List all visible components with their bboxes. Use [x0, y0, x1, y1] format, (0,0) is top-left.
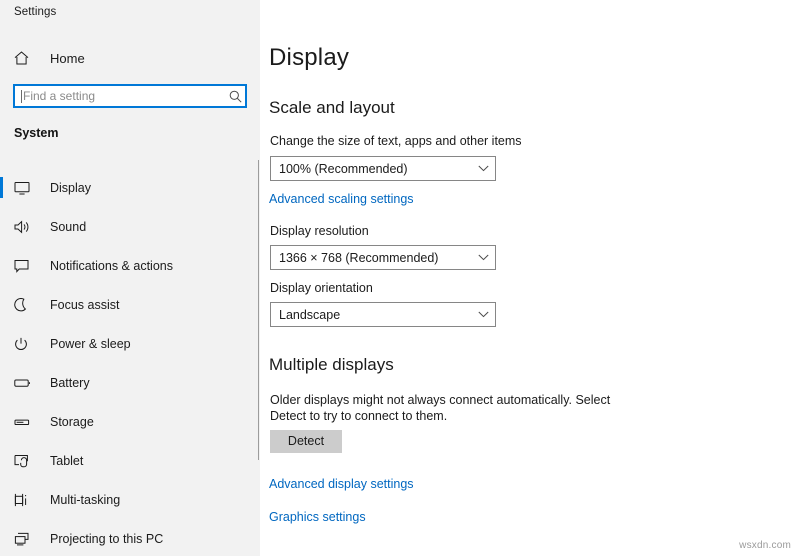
display-orientation-dropdown[interactable]: Landscape — [270, 302, 496, 327]
sidebar-item-home[interactable]: Home — [0, 45, 260, 71]
tablet-hand-icon — [14, 451, 36, 471]
display-orientation-label: Display orientation — [270, 281, 373, 295]
moon-icon — [14, 295, 36, 315]
page-title: Display — [269, 44, 349, 72]
search-box[interactable] — [13, 84, 247, 108]
chevron-down-icon — [471, 303, 495, 326]
chevron-down-icon — [471, 157, 495, 180]
graphics-settings-link[interactable]: Graphics settings — [269, 510, 366, 524]
orientation-dropdown-value: Landscape — [279, 308, 471, 322]
sidebar-item-focus-assist[interactable]: Focus assist — [0, 285, 260, 324]
power-icon — [14, 334, 36, 354]
home-icon — [14, 49, 36, 67]
sidebar-item-battery[interactable]: Battery — [0, 363, 260, 402]
settings-window: Settings Home System — [0, 0, 800, 556]
sidebar-group-title: System — [14, 126, 58, 140]
notification-bubble-icon — [14, 256, 36, 276]
sidebar-item-label: Multi-tasking — [50, 493, 120, 507]
scale-label: Change the size of text, apps and other … — [270, 134, 522, 148]
search-input[interactable] — [22, 87, 225, 105]
sidebar-item-label: Sound — [50, 220, 86, 234]
sidebar-scrollbar[interactable] — [258, 160, 259, 460]
sidebar-item-label: Storage — [50, 415, 94, 429]
sidebar-item-notifications[interactable]: Notifications & actions — [0, 246, 260, 285]
sidebar-item-label: Battery — [50, 376, 90, 390]
sidebar-item-storage[interactable]: Storage — [0, 402, 260, 441]
sidebar-item-label: Tablet — [50, 454, 83, 468]
scale-dropdown-value: 100% (Recommended) — [279, 162, 471, 176]
multitasking-icon — [14, 490, 36, 510]
storage-drive-icon — [14, 412, 36, 432]
main-content: Display Scale and layout Change the size… — [260, 0, 800, 556]
chevron-down-icon — [471, 246, 495, 269]
sidebar-item-power-sleep[interactable]: Power & sleep — [0, 324, 260, 363]
sidebar-item-label: Focus assist — [50, 298, 119, 312]
sidebar-home-label: Home — [50, 51, 85, 66]
sidebar-item-label: Projecting to this PC — [50, 532, 163, 546]
display-resolution-dropdown[interactable]: 1366 × 768 (Recommended) — [270, 245, 496, 270]
display-resolution-label: Display resolution — [270, 224, 369, 238]
advanced-display-settings-link[interactable]: Advanced display settings — [269, 477, 414, 491]
search-icon[interactable] — [225, 87, 245, 105]
app-title: Settings — [14, 6, 56, 18]
advanced-scaling-settings-link[interactable]: Advanced scaling settings — [269, 192, 414, 206]
scale-and-layout-heading: Scale and layout — [269, 98, 395, 118]
selection-indicator — [0, 177, 3, 198]
sidebar-nav: Display Sound — [0, 168, 260, 558]
sidebar-item-projecting[interactable]: Projecting to this PC — [0, 519, 260, 558]
projecting-screens-icon — [14, 529, 36, 549]
battery-icon — [14, 373, 36, 393]
sidebar-item-label: Display — [50, 181, 91, 195]
speaker-icon — [14, 217, 36, 237]
watermark: wsxdn.com — [739, 540, 791, 551]
sidebar-item-display[interactable]: Display — [0, 168, 260, 207]
detect-button[interactable]: Detect — [270, 430, 342, 453]
sidebar-item-sound[interactable]: Sound — [0, 207, 260, 246]
scale-dropdown[interactable]: 100% (Recommended) — [270, 156, 496, 181]
multiple-displays-description: Older displays might not always connect … — [270, 392, 640, 424]
monitor-icon — [14, 178, 36, 198]
sidebar-item-tablet[interactable]: Tablet — [0, 441, 260, 480]
sidebar-item-label: Notifications & actions — [50, 259, 173, 273]
resolution-dropdown-value: 1366 × 768 (Recommended) — [279, 251, 471, 265]
sidebar: Settings Home System — [0, 0, 260, 556]
sidebar-item-label: Power & sleep — [50, 337, 131, 351]
sidebar-item-multitasking[interactable]: Multi-tasking — [0, 480, 260, 519]
multiple-displays-heading: Multiple displays — [269, 355, 394, 375]
